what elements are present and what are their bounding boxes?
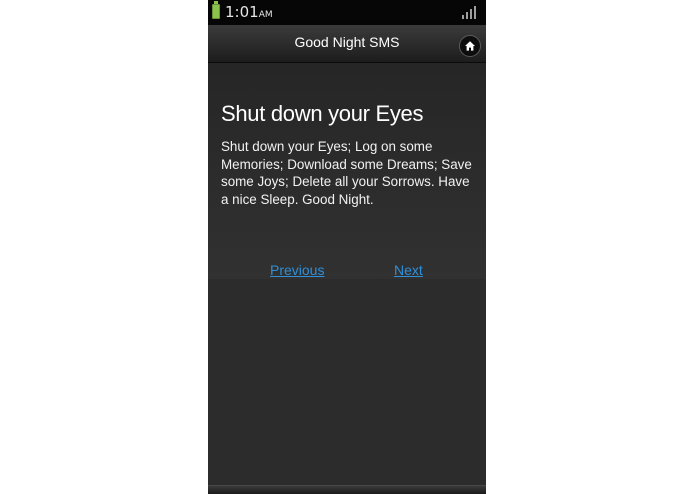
home-button[interactable]: [459, 35, 481, 57]
app-title-bar: Good Night SMS: [208, 25, 486, 63]
app-title: Good Night SMS: [294, 34, 400, 50]
home-icon: [465, 41, 475, 51]
battery-icon: [212, 1, 220, 19]
message-title: Shut down your Eyes: [221, 101, 424, 126]
previous-link[interactable]: Previous: [270, 262, 324, 278]
clock-ampm: AM: [258, 10, 273, 20]
next-link[interactable]: Next: [394, 262, 423, 278]
status-bar: 1:01AM: [208, 0, 486, 25]
status-clock: 1:01AM: [225, 3, 273, 24]
empty-area: [208, 279, 486, 485]
message-panel: Shut down your Eyes Shut down your Eyes;…: [208, 63, 486, 279]
bottom-strip: [208, 485, 486, 494]
phone-screen: 1:01AM Good Night SMS Shut down your Eye…: [208, 0, 486, 494]
message-body: Shut down your Eyes; Log on some Memorie…: [221, 139, 472, 207]
clock-time: 1:01: [225, 3, 259, 21]
signal-icon: [462, 6, 477, 19]
